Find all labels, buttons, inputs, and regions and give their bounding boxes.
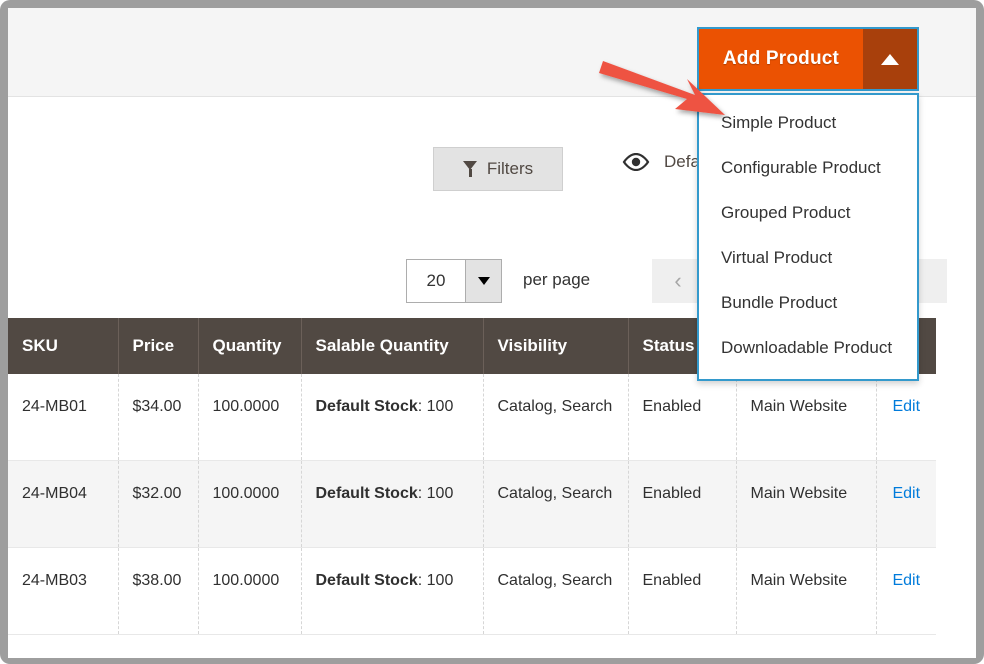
column-header-salable-quantity[interactable]: Salable Quantity	[301, 318, 484, 374]
cell-sku: 24-MB03	[8, 547, 119, 635]
cell-quantity: 100.0000	[198, 374, 302, 461]
table-row[interactable]: 24-MB03 $38.00 100.0000 Default Stock: 1…	[8, 547, 936, 635]
column-header-price[interactable]: Price	[118, 318, 199, 374]
cell-status: Enabled	[628, 547, 737, 635]
cell-status: Enabled	[628, 374, 737, 461]
cell-salable-quantity: Default Stock: 100	[301, 460, 484, 548]
per-page-label: per page	[523, 270, 591, 289]
pagination-next-button[interactable]	[915, 259, 947, 303]
cell-quantity: 100.0000	[198, 547, 302, 635]
menu-item-simple-product[interactable]: Simple Product	[699, 101, 917, 146]
salable-stock-label: Default Stock	[315, 485, 418, 502]
cell-status: Enabled	[628, 460, 737, 548]
table-row[interactable]: 24-MB04 $32.00 100.0000 Default Stock: 1…	[8, 460, 936, 548]
cell-price: $38.00	[118, 547, 199, 635]
eye-icon	[622, 153, 650, 171]
filters-label: Filters	[486, 159, 534, 178]
salable-stock-label: Default Stock	[315, 398, 418, 415]
cell-sku: 24-MB01	[8, 374, 119, 461]
menu-item-grouped-product[interactable]: Grouped Product	[699, 191, 917, 236]
cell-price: $34.00	[118, 374, 199, 461]
per-page-select[interactable]: 20	[406, 259, 502, 303]
edit-link[interactable]: Edit	[892, 572, 920, 589]
menu-item-virtual-product[interactable]: Virtual Product	[699, 236, 917, 281]
salable-stock-label: Default Stock	[315, 572, 418, 589]
salable-stock-value: : 100	[417, 485, 454, 502]
caret-down-glyph	[477, 277, 490, 285]
column-header-quantity[interactable]: Quantity	[198, 318, 302, 374]
per-page-value: 20	[426, 271, 446, 290]
edit-link[interactable]: Edit	[892, 398, 920, 415]
add-product-toggle[interactable]	[863, 29, 917, 89]
cell-action: Edit	[876, 547, 936, 635]
cell-action: Edit	[876, 460, 936, 548]
menu-item-bundle-product[interactable]: Bundle Product	[699, 281, 917, 326]
cell-visibility: Catalog, Search	[483, 460, 629, 548]
cell-websites: Main Website	[736, 374, 877, 461]
column-header-sku[interactable]: SKU	[8, 318, 119, 374]
add-product-button[interactable]: Add Product	[699, 29, 863, 89]
table-row[interactable]: 24-MB01 $34.00 100.0000 Default Stock: 1…	[8, 374, 936, 461]
salable-stock-value: : 100	[417, 572, 454, 589]
add-product-split-button[interactable]: Add Product	[697, 27, 919, 91]
cell-visibility: Catalog, Search	[483, 547, 629, 635]
admin-page: Filters Default V 20 per page	[8, 8, 976, 658]
cell-visibility: Catalog, Search	[483, 374, 629, 461]
cell-quantity: 100.0000	[198, 460, 302, 548]
cell-websites: Main Website	[736, 460, 877, 548]
column-header-visibility[interactable]: Visibility	[483, 318, 629, 374]
cell-price: $32.00	[118, 460, 199, 548]
funnel-icon	[462, 161, 478, 177]
chevron-down-icon[interactable]	[465, 260, 501, 302]
edit-link[interactable]: Edit	[892, 485, 920, 502]
filters-button[interactable]: Filters	[433, 147, 563, 191]
cell-websites: Main Website	[736, 547, 877, 635]
cell-salable-quantity: Default Stock: 100	[301, 547, 484, 635]
menu-item-configurable-product[interactable]: Configurable Product	[699, 146, 917, 191]
menu-item-downloadable-product[interactable]: Downloadable Product	[699, 326, 917, 371]
cell-salable-quantity: Default Stock: 100	[301, 374, 484, 461]
add-product-menu: Simple Product Configurable Product Grou…	[697, 93, 919, 381]
salable-stock-value: : 100	[417, 398, 454, 415]
caret-up-icon	[881, 53, 899, 65]
window-frame: Filters Default V 20 per page	[0, 0, 984, 664]
table-body: 24-MB01 $34.00 100.0000 Default Stock: 1…	[8, 374, 936, 635]
cell-sku: 24-MB04	[8, 460, 119, 548]
cell-action: Edit	[876, 374, 936, 461]
